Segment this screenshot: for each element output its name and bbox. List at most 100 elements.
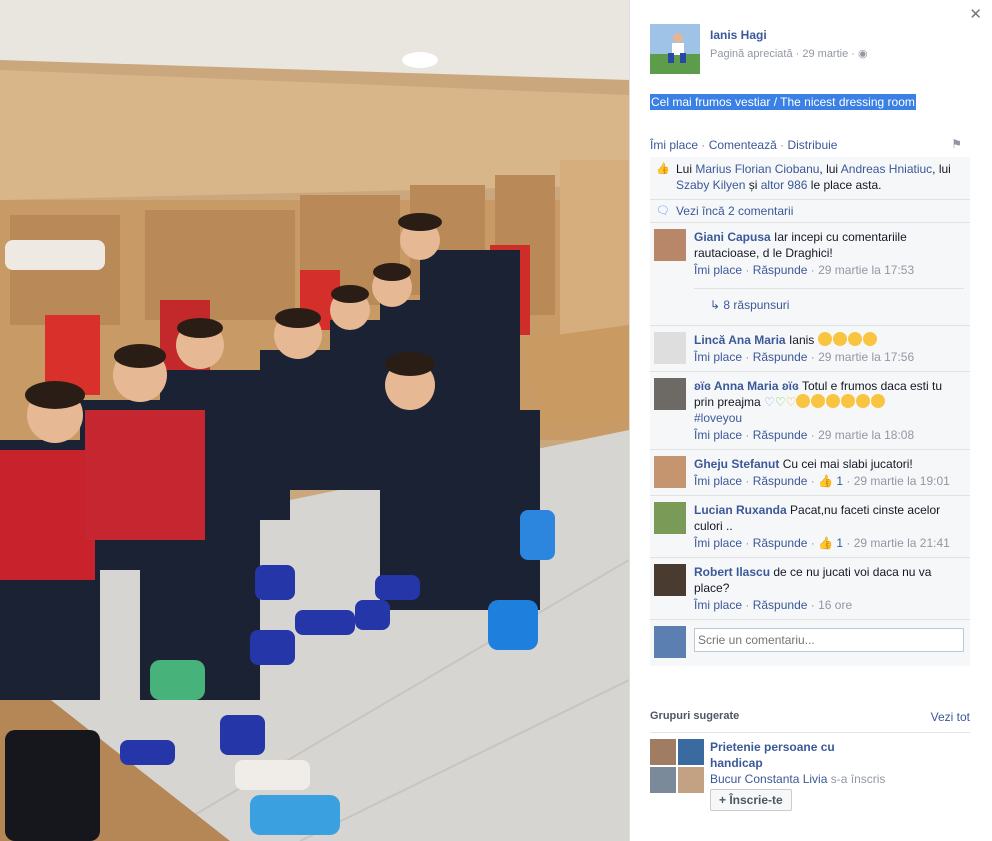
like-link[interactable]: Îmi place bbox=[694, 536, 742, 550]
reply-arrow-icon: ↳ bbox=[710, 298, 724, 312]
see-all-link[interactable]: Vezi tot bbox=[931, 710, 970, 724]
comment-link[interactable]: Comentează bbox=[709, 138, 777, 152]
replies-count[interactable]: 8 răspunsuri bbox=[723, 298, 789, 312]
member-link[interactable]: Bucur Constanta Livia bbox=[710, 772, 827, 786]
plus-icon: + bbox=[719, 793, 730, 807]
avatar[interactable] bbox=[654, 378, 686, 410]
page-avatar[interactable] bbox=[650, 24, 700, 74]
avatar[interactable] bbox=[654, 564, 686, 596]
heart-eyes-emoji bbox=[826, 394, 841, 408]
comment-like-count[interactable]: 1 bbox=[836, 474, 843, 488]
comment: Lincă Ana Maria Ianis Îmi place · Răspun… bbox=[650, 326, 970, 372]
yellow-heart-emoji: ♡ bbox=[785, 395, 797, 409]
liker-link[interactable]: Szaby Kilyen bbox=[676, 178, 745, 192]
liker-link[interactable]: Marius Florian Ciobanu bbox=[695, 162, 819, 176]
post-sidebar: ✕ Ianis Hagi Pagină apreciată · 29 marti… bbox=[629, 0, 992, 841]
thumbs-up-icon: 👍 bbox=[818, 536, 834, 550]
reply-link[interactable]: Răspunde bbox=[753, 598, 808, 612]
likes-sep: și bbox=[748, 178, 758, 192]
post-caption: Cel mai frumos vestiar / The nicest dres… bbox=[650, 94, 916, 110]
heart-eyes-emoji bbox=[811, 394, 826, 408]
hashtag[interactable]: #loveyou bbox=[694, 411, 742, 425]
action-separator: · bbox=[701, 138, 709, 152]
green-heart-emoji: ♡ bbox=[774, 395, 786, 409]
comment-meta: Îmi place · Răspunde · 16 ore bbox=[694, 598, 853, 612]
write-comment bbox=[650, 620, 970, 666]
thumbs-up-icon: 👍 bbox=[818, 474, 834, 488]
group-name[interactable]: Prietenie persoane cu handicap bbox=[710, 739, 870, 771]
avatar[interactable] bbox=[654, 502, 686, 534]
like-link[interactable]: Îmi place bbox=[694, 350, 742, 364]
reply-link[interactable]: Răspunde bbox=[753, 474, 808, 488]
heart-eyes-emoji bbox=[841, 394, 856, 408]
reply-link[interactable]: Răspunde bbox=[753, 350, 808, 364]
like-link[interactable]: Îmi place bbox=[650, 138, 698, 152]
meta-separator: · bbox=[851, 48, 859, 60]
comment-author[interactable]: Giani Capusa bbox=[694, 230, 771, 244]
likes-text: Lui Marius Florian Ciobanu, lui Andreas … bbox=[676, 161, 964, 193]
comment-time[interactable]: 29 martie la 17:56 bbox=[818, 350, 914, 364]
blue-heart-emoji: ♡ bbox=[764, 395, 775, 409]
reply-link[interactable]: Răspunde bbox=[753, 428, 808, 442]
liker-link[interactable]: Andreas Hniatiuc bbox=[841, 162, 932, 176]
post-meta: Pagină apreciată · 29 martie · ◉ bbox=[710, 47, 868, 60]
post-header: Ianis Hagi Pagină apreciată · 29 martie … bbox=[650, 24, 868, 74]
flag-icon[interactable]: ⚑ bbox=[951, 137, 962, 151]
like-link[interactable]: Îmi place bbox=[694, 263, 742, 277]
reply-link[interactable]: Răspunde bbox=[753, 263, 808, 277]
likes-suffix: le place asta. bbox=[810, 178, 882, 192]
view-more-label[interactable]: Vezi încă 2 comentarii bbox=[676, 204, 793, 218]
comment-time[interactable]: 29 martie la 17:53 bbox=[818, 263, 914, 277]
comment-author[interactable]: ʚϊɞ Anna Maria ʚϊɞ bbox=[694, 379, 799, 393]
like-link[interactable]: Îmi place bbox=[694, 428, 742, 442]
kiss-emoji bbox=[856, 394, 871, 408]
heart-eyes-emoji bbox=[847, 332, 862, 346]
comment-author[interactable]: Lincă Ana Maria bbox=[694, 333, 786, 347]
post-actions: Îmi place · Comentează · Distribuie bbox=[650, 138, 837, 152]
comment-input[interactable] bbox=[694, 628, 964, 652]
join-group-button[interactable]: + Înscrie-te bbox=[710, 789, 792, 811]
comment-time[interactable]: 29 martie la 21:41 bbox=[854, 536, 950, 550]
kiss-emoji bbox=[871, 394, 886, 408]
share-link[interactable]: Distribuie bbox=[787, 138, 837, 152]
thumbs-up-icon: 👍 bbox=[656, 163, 670, 175]
comment-time[interactable]: 29 martie la 19:01 bbox=[854, 474, 950, 488]
replies-link[interactable]: ↳ 8 răspunsuri bbox=[694, 288, 964, 319]
reply-link[interactable]: Răspunde bbox=[753, 536, 808, 550]
comment-feed: 👍 Lui Marius Florian Ciobanu, lui Andrea… bbox=[650, 157, 970, 666]
view-more-comments[interactable]: 🗨 Vezi încă 2 comentarii bbox=[650, 200, 970, 223]
page-name[interactable]: Ianis Hagi bbox=[710, 28, 868, 42]
likes-sep: , lui bbox=[819, 162, 839, 176]
heart-eyes-emoji bbox=[817, 332, 832, 346]
liked-page-label: Pagină apreciată bbox=[710, 48, 793, 60]
comment-author[interactable]: Lucian Ruxanda bbox=[694, 503, 787, 517]
comment-meta: Îmi place · Răspunde · 29 martie la 17:5… bbox=[694, 350, 915, 364]
member-action: s-a înscris bbox=[830, 772, 886, 786]
globe-icon[interactable]: ◉ bbox=[858, 48, 868, 60]
post-date[interactable]: 29 martie bbox=[802, 48, 848, 60]
comment-like-count[interactable]: 1 bbox=[836, 536, 843, 550]
comment-time[interactable]: 16 ore bbox=[818, 598, 852, 612]
like-link[interactable]: Îmi place bbox=[694, 598, 742, 612]
comment-author[interactable]: Gheju Stefanut bbox=[694, 457, 779, 471]
comment-author[interactable]: Robert Ilascu bbox=[694, 565, 770, 579]
dressing-room-photo bbox=[0, 0, 629, 841]
comment: Gheju Stefanut Cu cei mai slabi jucatori… bbox=[650, 450, 970, 496]
comment: ʚϊɞ Anna Maria ʚϊɞ Totul e frumos daca e… bbox=[650, 372, 970, 450]
groups-header: Grupuri sugerate Vezi tot bbox=[650, 710, 970, 733]
close-icon[interactable]: ✕ bbox=[969, 5, 982, 23]
group-photos[interactable] bbox=[650, 739, 704, 793]
comment-meta: Îmi place · Răspunde · 29 martie la 18:0… bbox=[694, 428, 915, 442]
comment-time[interactable]: 29 martie la 18:08 bbox=[818, 428, 914, 442]
likes-summary: 👍 Lui Marius Florian Ciobanu, lui Andrea… bbox=[650, 157, 970, 200]
avatar[interactable] bbox=[654, 332, 686, 364]
avatar[interactable] bbox=[654, 229, 686, 261]
group-suggestion: Prietenie persoane cu handicap Bucur Con… bbox=[650, 739, 970, 811]
others-link[interactable]: altor 986 bbox=[761, 178, 808, 192]
avatar[interactable] bbox=[654, 456, 686, 488]
post-photo[interactable] bbox=[0, 0, 629, 841]
comment: Lucian Ruxanda Pacat,nu faceti cinste ac… bbox=[650, 496, 970, 558]
comment: Giani Capusa Iar incepi cu comentariile … bbox=[650, 223, 970, 326]
like-link[interactable]: Îmi place bbox=[694, 474, 742, 488]
heart-eyes-emoji bbox=[796, 394, 811, 408]
